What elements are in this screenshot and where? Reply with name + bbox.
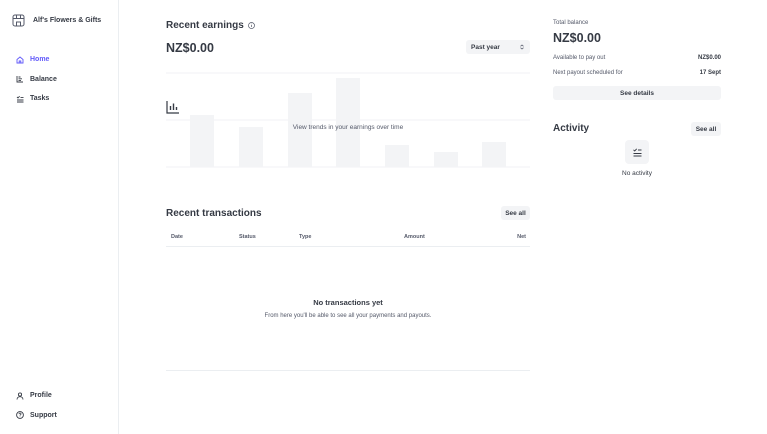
recent-earnings-heading: Recent earnings: [166, 20, 255, 31]
transactions-table-header: Date Status Type Amount Net: [166, 230, 530, 247]
next-payout-label: Next payout scheduled for: [553, 70, 623, 76]
next-payout-row: Next payout scheduled for 17 Sept: [553, 70, 721, 76]
column-header-amount[interactable]: Amount: [404, 234, 425, 240]
person-icon: [16, 392, 24, 400]
activity-empty-text: No activity: [622, 170, 652, 177]
activity-see-all-button[interactable]: See all: [691, 122, 721, 136]
nav-item-support[interactable]: Support: [16, 406, 57, 426]
balance-icon: [16, 75, 24, 83]
tasks-icon: [16, 95, 24, 103]
activity-title: Activity: [553, 123, 590, 134]
home-icon: [16, 56, 24, 64]
column-header-date[interactable]: Date: [171, 234, 183, 240]
nav-item-label: Tasks: [30, 95, 50, 103]
total-balance-label: Total balance: [553, 20, 589, 26]
nav-item-label: Balance: [30, 75, 57, 83]
main-content: Recent earnings NZ$0.00 Past year View t…: [119, 0, 767, 434]
sidebar: Alf's Flowers & Gifts Home Balance Tasks: [0, 0, 119, 434]
available-payout-label: Available to pay out: [553, 55, 606, 61]
nav-item-balance[interactable]: Balance: [16, 70, 57, 90]
placeholder-bar: [482, 142, 506, 167]
placeholder-bar: [239, 127, 263, 167]
divider: [166, 370, 530, 371]
account-switcher[interactable]: Alf's Flowers & Gifts: [12, 14, 101, 27]
recent-earnings-title: Recent earnings: [166, 20, 244, 31]
main-nav: Home Balance Tasks: [16, 50, 57, 109]
earnings-amount: NZ$0.00: [166, 41, 214, 55]
chevron-up-down-icon: [519, 44, 525, 50]
info-icon[interactable]: [247, 22, 255, 29]
activity-empty-icon-box: [625, 140, 649, 164]
storefront-icon: [12, 14, 25, 27]
available-payout-row: Available to pay out NZ$0.00: [553, 55, 721, 61]
placeholder-bar: [385, 145, 409, 167]
nav-item-home[interactable]: Home: [16, 50, 57, 70]
period-select[interactable]: Past year: [466, 40, 530, 54]
nav-item-profile[interactable]: Profile: [16, 386, 57, 406]
column-header-status[interactable]: Status: [239, 234, 256, 240]
transactions-see-all-button[interactable]: See all: [501, 206, 530, 220]
period-select-value: Past year: [471, 43, 500, 51]
chart-empty-state: View trends in your earnings over time: [166, 100, 530, 131]
chart-empty-caption: View trends in your earnings over time: [292, 124, 404, 131]
nav-item-label: Home: [30, 56, 50, 64]
nav-item-label: Profile: [30, 392, 52, 400]
nav-item-tasks[interactable]: Tasks: [16, 89, 57, 109]
tasks-icon: [632, 147, 643, 158]
available-payout-value: NZ$0.00: [697, 55, 721, 61]
bar-chart-icon: [166, 100, 355, 114]
help-icon: [16, 411, 24, 420]
bottom-nav: Profile Support: [16, 386, 57, 425]
account-name: Alf's Flowers & Gifts: [33, 17, 102, 24]
transactions-empty-subtitle: From here you'll be able to see all your…: [264, 313, 432, 319]
transactions-empty-title: No transactions yet: [313, 298, 383, 307]
recent-transactions-title: Recent transactions: [166, 208, 262, 219]
placeholder-bar: [434, 152, 458, 167]
earnings-chart-placeholder: View trends in your earnings over time: [166, 70, 530, 168]
next-payout-value: 17 Sept: [699, 70, 721, 76]
column-header-type[interactable]: Type: [299, 234, 311, 240]
total-balance-value: NZ$0.00: [553, 31, 601, 45]
see-details-button[interactable]: See details: [553, 86, 721, 100]
nav-item-label: Support: [30, 411, 57, 419]
column-header-net[interactable]: Net: [517, 234, 526, 240]
